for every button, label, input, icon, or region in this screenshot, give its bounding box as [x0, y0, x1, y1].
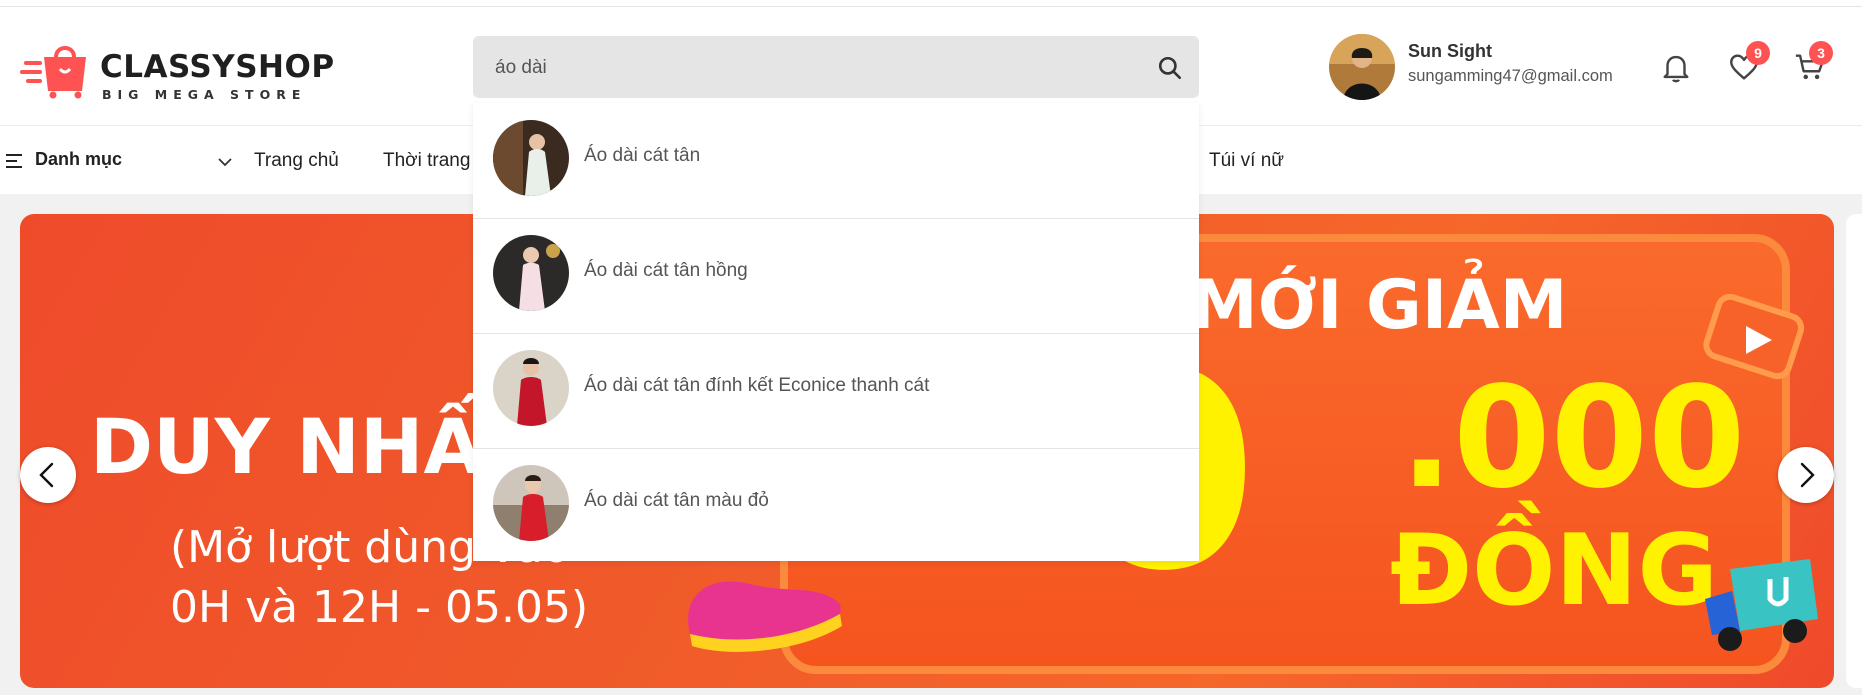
- banner-amount-rest: .000: [1400, 357, 1746, 520]
- brand-name: CLASSYSHOP: [100, 49, 335, 85]
- search-suggestions-dropdown: Áo dài cát tân Áo dài cát tân hồng Áo dà…: [473, 103, 1199, 561]
- top-border: [0, 0, 1862, 7]
- suggestion-item[interactable]: Áo dài cát tân đính kết Econice thanh cá…: [473, 333, 1199, 449]
- suggestion-label: Áo dài cát tân: [584, 145, 701, 166]
- bell-icon[interactable]: [1659, 50, 1693, 84]
- suggestion-thumbnail: [493, 465, 569, 541]
- cart-count-badge: 3: [1809, 41, 1833, 65]
- suggestion-label: Áo dài cát tân màu đỏ: [584, 490, 769, 511]
- menu-icon: [6, 154, 22, 168]
- product-photo: [493, 120, 569, 196]
- search-icon[interactable]: [1157, 55, 1183, 81]
- suggestion-item[interactable]: Áo dài cát tân màu đỏ: [473, 448, 1199, 563]
- video-play-icon: [1703, 294, 1805, 380]
- banner-currency: ĐỒNG: [1390, 514, 1718, 628]
- nav-item-handbags[interactable]: Túi ví nữ: [1209, 150, 1284, 172]
- product-photo: [493, 235, 569, 311]
- nav-item-home[interactable]: Trang chủ: [254, 150, 339, 172]
- suggestion-thumbnail: [493, 120, 569, 196]
- delivery-truck-icon: [1705, 559, 1818, 651]
- banner-left-sub2: 0H và 12H - 05.05): [170, 582, 589, 633]
- site-logo[interactable]: CLASSYSHOP BIG MEGA STORE: [20, 39, 334, 102]
- next-slide-peek: [1846, 214, 1862, 688]
- chevron-left-icon: [39, 462, 54, 488]
- chevron-right-icon: [1800, 462, 1815, 488]
- search-input[interactable]: [493, 36, 1137, 100]
- product-photo: [493, 465, 569, 541]
- search-bar: [473, 36, 1199, 100]
- suggestion-thumbnail: [493, 235, 569, 311]
- wishlist-count-badge: 9: [1746, 41, 1770, 65]
- user-avatar[interactable]: [1329, 34, 1395, 100]
- suggestion-label: Áo dài cát tân hồng: [584, 260, 748, 281]
- avatar-photo: [1329, 34, 1395, 100]
- suggestion-label: Áo dài cát tân đính kết Econice thanh cá…: [584, 375, 930, 396]
- product-photo: [493, 350, 569, 426]
- nav-item-fashion[interactable]: Thời trang: [383, 150, 470, 172]
- suggestion-item[interactable]: Áo dài cát tân hồng: [473, 218, 1199, 334]
- shopping-bag-logo-icon: [20, 46, 86, 99]
- suggestion-thumbnail: [493, 350, 569, 426]
- user-email: sungamming47@gmail.com: [1408, 67, 1613, 85]
- chevron-down-icon[interactable]: [217, 154, 233, 170]
- banner-left-title: DUY NHẤT: [90, 402, 535, 491]
- suggestion-item[interactable]: Áo dài cát tân: [473, 103, 1199, 219]
- next-slide-button[interactable]: [1778, 447, 1834, 503]
- category-menu-label: Danh mục: [35, 149, 123, 169]
- user-name[interactable]: Sun Sight: [1408, 41, 1492, 62]
- brand-tagline: BIG MEGA STORE: [102, 87, 307, 102]
- prev-slide-button[interactable]: [20, 447, 76, 503]
